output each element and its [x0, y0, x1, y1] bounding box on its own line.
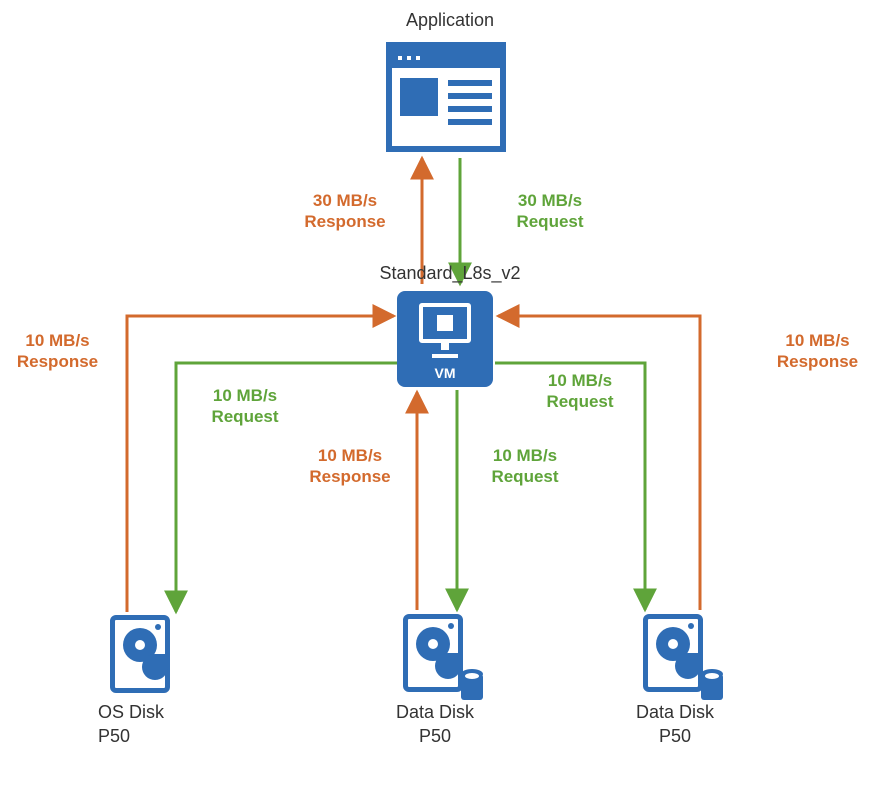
label-os-to-vm-response: 10 MB/s Response: [5, 330, 110, 373]
vm-type-label: Standard_L8s_v2: [360, 263, 540, 285]
label-d2-to-vm-response: 10 MB/s Response: [765, 330, 870, 373]
application-icon: [386, 42, 506, 152]
label-vm-to-d1-request: 10 MB/s Request: [475, 445, 575, 488]
data-disk-1-icon: [403, 614, 473, 696]
label-vm-to-os-request: 10 MB/s Request: [195, 385, 295, 428]
label-vm-to-app-response: 30 MB/s Response: [295, 190, 395, 233]
data-disk-1-name: Data Disk: [370, 702, 500, 724]
os-disk-name: OS Disk: [98, 702, 208, 724]
label-app-to-vm-request: 30 MB/s Request: [500, 190, 600, 233]
data-disk-1-tier: P50: [370, 726, 500, 748]
application-label: Application: [360, 10, 540, 32]
label-vm-to-d2-request: 10 MB/s Request: [530, 370, 630, 413]
vm-badge: VM: [435, 365, 456, 381]
data-disk-2-tier: P50: [610, 726, 740, 748]
os-disk-tier: P50: [98, 726, 208, 748]
label-d1-to-vm-response: 10 MB/s Response: [300, 445, 400, 488]
os-disk-icon: [110, 615, 180, 697]
data-disk-2-name: Data Disk: [610, 702, 740, 724]
data-disk-2-icon: [643, 614, 713, 696]
vm-icon: VM: [397, 291, 493, 387]
